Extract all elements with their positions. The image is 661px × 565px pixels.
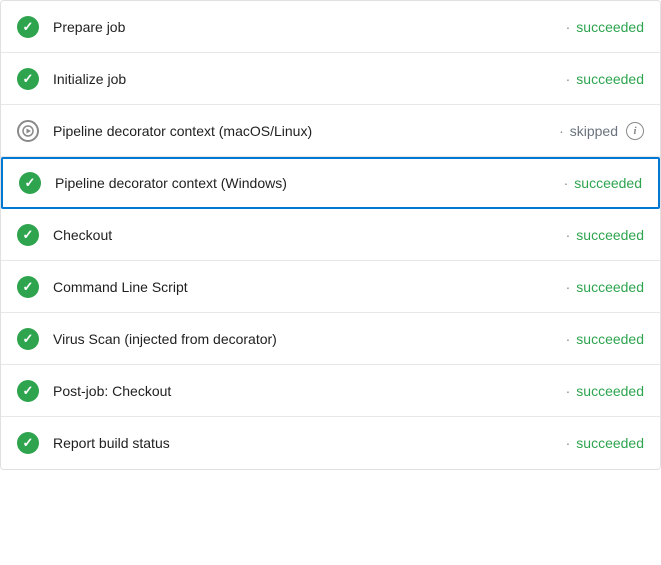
- job-name-command-line-script: Command Line Script: [53, 279, 560, 295]
- job-item-prepare-job[interactable]: ✓ Prepare job · succeeded: [1, 1, 660, 53]
- status-text-pipeline-decorator-windows: succeeded: [574, 175, 642, 191]
- status-text-virus-scan: succeeded: [576, 331, 644, 347]
- separator-pipeline-decorator-windows: ·: [564, 175, 569, 191]
- status-text-report-build-status: succeeded: [576, 435, 644, 451]
- job-item-pipeline-decorator-windows[interactable]: ✓ Pipeline decorator context (Windows) · su…: [1, 157, 660, 209]
- info-icon-pipeline-decorator-macos[interactable]: i: [626, 122, 644, 140]
- job-item-initialize-job[interactable]: ✓ Initialize job · succeeded: [1, 53, 660, 105]
- status-text-initialize-job: succeeded: [576, 71, 644, 87]
- status-icon-prepare-job: ✓: [17, 16, 39, 38]
- job-item-virus-scan[interactable]: ✓ Virus Scan (injected from decorator) · su…: [1, 313, 660, 365]
- separator-initialize-job: ·: [566, 71, 571, 87]
- job-item-post-job-checkout[interactable]: ✓ Post-job: Checkout · succeeded: [1, 365, 660, 417]
- job-name-initialize-job: Initialize job: [53, 71, 560, 87]
- separator-checkout: ·: [566, 227, 571, 243]
- job-item-pipeline-decorator-macos[interactable]: Pipeline decorator context (macOS/Linux)…: [1, 105, 660, 157]
- status-text-command-line-script: succeeded: [576, 279, 644, 295]
- status-text-post-job-checkout: succeeded: [576, 383, 644, 399]
- job-item-command-line-script[interactable]: ✓ Command Line Script · succeeded: [1, 261, 660, 313]
- separator-command-line-script: ·: [566, 279, 571, 295]
- status-icon-pipeline-decorator-macos: [17, 120, 39, 142]
- job-name-pipeline-decorator-macos: Pipeline decorator context (macOS/Linux): [53, 123, 553, 139]
- status-icon-pipeline-decorator-windows: ✓: [19, 172, 41, 194]
- separator-post-job-checkout: ·: [566, 383, 571, 399]
- separator-prepare-job: ·: [566, 19, 571, 35]
- job-name-pipeline-decorator-windows: Pipeline decorator context (Windows): [55, 175, 558, 191]
- job-name-report-build-status: Report build status: [53, 435, 560, 451]
- status-icon-virus-scan: ✓: [17, 328, 39, 350]
- separator-pipeline-decorator-macos: ·: [559, 123, 564, 139]
- job-item-report-build-status[interactable]: ✓ Report build status · succeeded: [1, 417, 660, 469]
- job-name-post-job-checkout: Post-job: Checkout: [53, 383, 560, 399]
- status-icon-checkout: ✓: [17, 224, 39, 246]
- job-list: ✓ Prepare job · succeeded ✓ Initialize job · su…: [0, 0, 661, 470]
- job-name-checkout: Checkout: [53, 227, 560, 243]
- status-icon-initialize-job: ✓: [17, 68, 39, 90]
- job-name-virus-scan: Virus Scan (injected from decorator): [53, 331, 560, 347]
- status-text-checkout: succeeded: [576, 227, 644, 243]
- job-name-prepare-job: Prepare job: [53, 19, 560, 35]
- status-text-pipeline-decorator-macos: skipped: [570, 123, 618, 139]
- separator-virus-scan: ·: [566, 331, 571, 347]
- status-icon-report-build-status: ✓: [17, 432, 39, 454]
- separator-report-build-status: ·: [566, 435, 571, 451]
- status-text-prepare-job: succeeded: [576, 19, 644, 35]
- job-item-checkout[interactable]: ✓ Checkout · succeeded: [1, 209, 660, 261]
- status-icon-post-job-checkout: ✓: [17, 380, 39, 402]
- status-icon-command-line-script: ✓: [17, 276, 39, 298]
